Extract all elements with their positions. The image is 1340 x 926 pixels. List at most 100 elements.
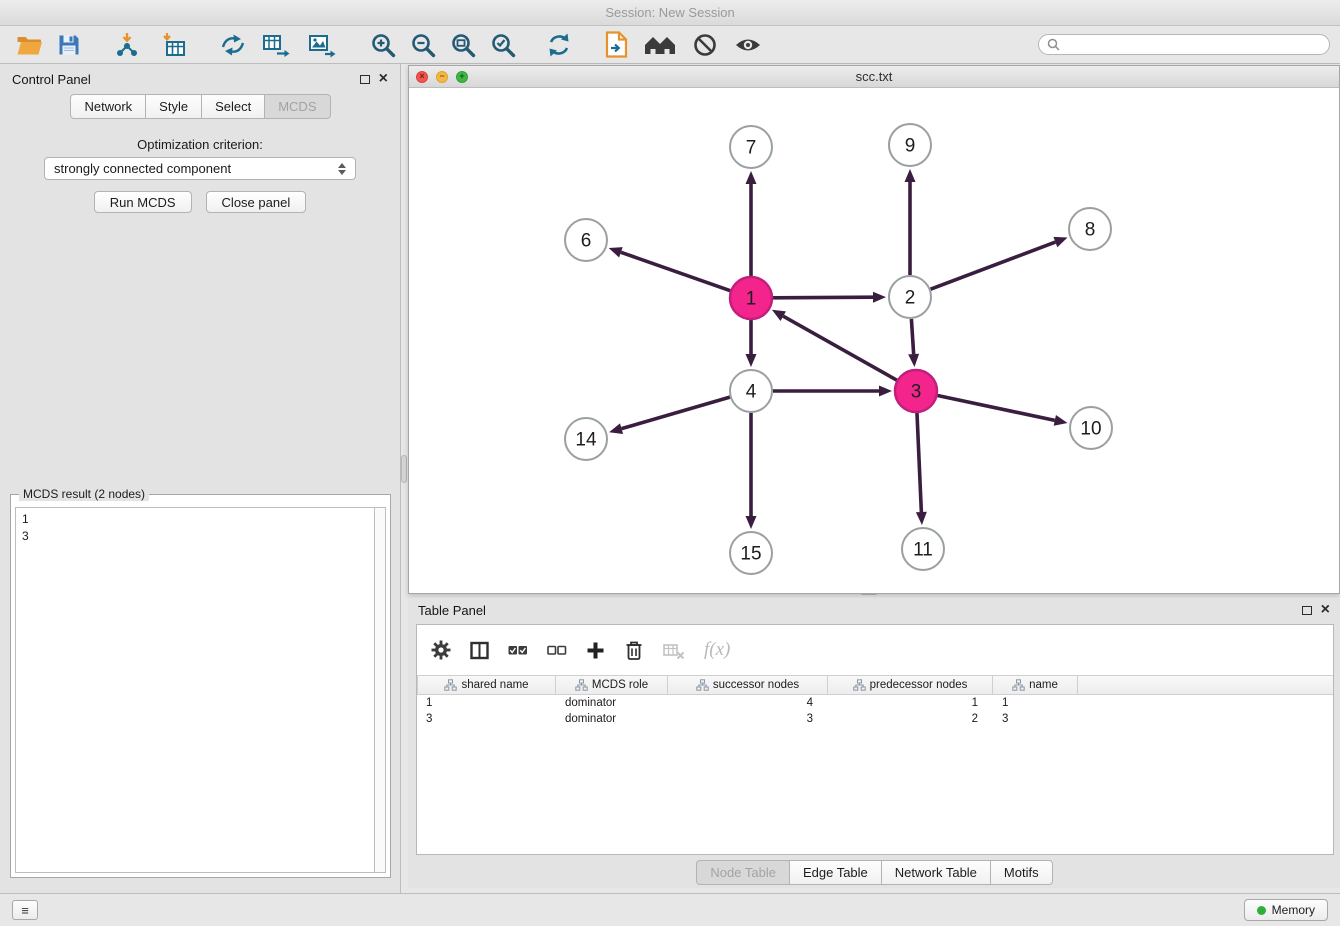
mcds-result-item[interactable]: 3 (22, 528, 368, 545)
tab-style[interactable]: Style (145, 94, 202, 119)
tab-node-table[interactable]: Node Table (696, 860, 790, 885)
export-table-button[interactable] (260, 29, 292, 61)
memory-button[interactable]: Memory (1244, 899, 1328, 921)
close-panel-icon[interactable]: × (379, 73, 388, 85)
delete-column-button[interactable] (624, 640, 644, 661)
export-image-button[interactable] (306, 29, 338, 61)
table-cell[interactable]: 4 (668, 697, 828, 709)
import-network-button[interactable] (112, 29, 142, 61)
zoom-in-button[interactable] (368, 29, 398, 61)
mcds-result-item[interactable]: 1 (22, 511, 368, 528)
tab-select[interactable]: Select (201, 94, 265, 119)
graph-node-7[interactable]: 7 (730, 126, 772, 168)
float-panel-icon[interactable] (360, 75, 370, 84)
mcds-result-list[interactable]: 13 (15, 507, 374, 873)
zoom-out-button[interactable] (408, 29, 438, 61)
tab-mcds[interactable]: MCDS (264, 94, 330, 119)
network-canvas[interactable]: 7 9 6 8 1 2 4 3 14 10 15 11 (409, 88, 1339, 593)
graph-node-3[interactable]: 3 (895, 370, 937, 412)
zoom-fit-button[interactable] (448, 29, 478, 61)
function-builder-button[interactable]: f(x) (704, 639, 730, 661)
curved-arrows-icon (220, 32, 246, 58)
node-label: 6 (581, 231, 592, 252)
import-table-icon (162, 32, 188, 58)
network-file-icon (605, 31, 629, 58)
close-table-panel-icon[interactable]: × (1321, 604, 1330, 616)
graph-edge-2-3[interactable] (911, 319, 913, 354)
vertical-splitter-handle[interactable] (401, 455, 407, 483)
open-file-button[interactable] (14, 29, 44, 61)
column-edit-icon (696, 679, 709, 691)
graph-node-1[interactable]: 1 (730, 277, 772, 319)
home-button[interactable] (642, 29, 678, 61)
network-file-button[interactable] (602, 29, 632, 61)
minimize-window-icon[interactable]: − (436, 71, 448, 83)
table-cell[interactable]: 3 (417, 713, 556, 725)
graph-node-6[interactable]: 6 (565, 219, 607, 261)
select-all-button[interactable] (508, 641, 528, 659)
show-columns-button[interactable] (470, 641, 489, 660)
table-cell[interactable]: dominator (556, 697, 668, 709)
graph-edge-3-10[interactable] (938, 396, 1055, 421)
layout-arrows-button[interactable] (218, 29, 248, 61)
close-panel-button[interactable]: Close panel (206, 191, 307, 213)
table-cell[interactable]: 1 (417, 697, 556, 709)
memory-label: Memory (1272, 903, 1315, 917)
close-window-icon[interactable]: × (416, 71, 428, 83)
show-hide-button[interactable] (732, 29, 764, 61)
zoom-selected-button[interactable] (488, 29, 518, 61)
graph-edge-1-2[interactable] (773, 297, 873, 298)
graph-edge-3-11[interactable] (917, 413, 921, 512)
table-cell[interactable]: dominator (556, 713, 668, 725)
export-image-icon (308, 32, 336, 58)
graph-node-8[interactable]: 8 (1069, 208, 1111, 250)
tab-edge-table[interactable]: Edge Table (789, 860, 882, 885)
table-cell[interactable]: 3 (668, 713, 828, 725)
graph-node-15[interactable]: 15 (730, 532, 772, 574)
graph-edge-3-1[interactable] (783, 316, 897, 380)
graph-node-4[interactable]: 4 (730, 370, 772, 412)
save-session-button[interactable] (54, 29, 84, 61)
table-cell[interactable]: 1 (993, 697, 1078, 709)
table-cell[interactable]: 2 (828, 713, 993, 725)
column-header[interactable]: shared name (417, 676, 556, 694)
graph-edge-2-8[interactable] (931, 242, 1056, 289)
tab-motifs[interactable]: Motifs (990, 860, 1053, 885)
column-header[interactable]: predecessor nodes (828, 676, 993, 694)
table-cell[interactable]: 3 (993, 713, 1078, 725)
graph-node-9[interactable]: 9 (889, 124, 931, 166)
column-header[interactable]: successor nodes (668, 676, 828, 694)
graph-edge-4-14[interactable] (622, 397, 730, 429)
node-label: 7 (746, 138, 757, 159)
table-cell[interactable]: 1 (828, 697, 993, 709)
graph-node-10[interactable]: 10 (1070, 407, 1112, 449)
hide-style-button[interactable] (690, 29, 720, 61)
column-header[interactable]: MCDS role (556, 676, 668, 694)
graph-node-14[interactable]: 14 (565, 418, 607, 460)
task-history-button[interactable]: ≡ (12, 900, 38, 920)
float-table-panel-icon[interactable] (1302, 606, 1312, 615)
graph-edge-1-6[interactable] (621, 252, 730, 290)
refresh-button[interactable] (544, 29, 574, 61)
tab-network[interactable]: Network (70, 94, 146, 119)
table-row[interactable]: 3dominator323 (417, 711, 1333, 727)
result-scrollbar[interactable] (374, 507, 386, 873)
delete-table-button[interactable] (663, 641, 685, 660)
column-header[interactable]: name (993, 676, 1078, 694)
deselect-all-button[interactable] (547, 641, 567, 659)
zoom-window-icon[interactable]: + (456, 71, 468, 83)
tab-network-table[interactable]: Network Table (881, 860, 991, 885)
table-settings-button[interactable] (431, 640, 451, 660)
mcds-result-group: MCDS result (2 nodes) 13 (10, 494, 391, 878)
import-table-button[interactable] (160, 29, 190, 61)
add-column-button[interactable] (586, 641, 605, 660)
node-label: 11 (913, 540, 933, 561)
table-row[interactable]: 1dominator411 (417, 695, 1333, 711)
graph-node-11[interactable]: 11 (902, 528, 944, 570)
run-mcds-button[interactable]: Run MCDS (94, 191, 192, 213)
network-window-titlebar[interactable]: scc.txt × − + (409, 66, 1339, 88)
search-box[interactable] (1038, 34, 1330, 55)
graph-node-2[interactable]: 2 (889, 276, 931, 318)
search-input[interactable] (1066, 38, 1321, 52)
optimization-dropdown[interactable]: strongly connected component (44, 157, 356, 180)
